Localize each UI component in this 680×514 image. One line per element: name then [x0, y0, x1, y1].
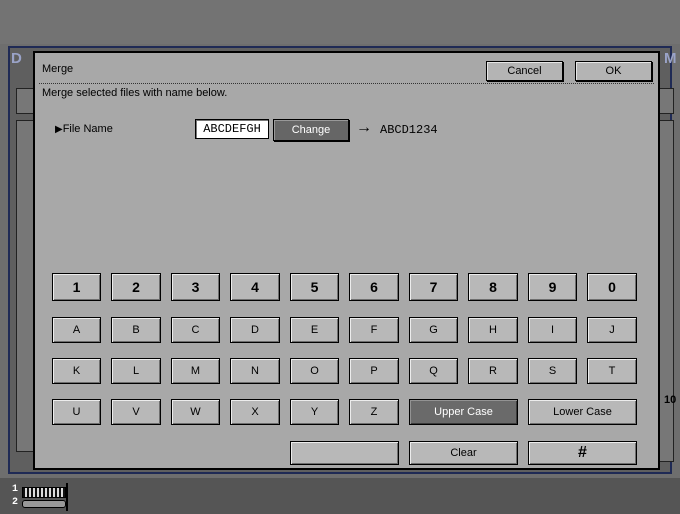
- key-k[interactable]: K: [52, 358, 101, 384]
- key-c[interactable]: C: [171, 317, 220, 343]
- status-line-1-number: 1: [12, 484, 19, 495]
- file-name-label: File Name: [62, 123, 113, 135]
- background-left-letter: D: [11, 50, 22, 67]
- key-b[interactable]: B: [111, 317, 161, 343]
- lower-case-button[interactable]: Lower Case: [528, 399, 637, 425]
- key-x[interactable]: X: [230, 399, 280, 425]
- pointer-triangle-icon: ▶: [55, 124, 63, 135]
- paper-tray-icon: [22, 487, 66, 498]
- merge-dialog: Merge Cancel OK Merge selected files wit…: [33, 51, 660, 470]
- key-h[interactable]: H: [468, 317, 518, 343]
- key-q[interactable]: Q: [409, 358, 458, 384]
- right-arrow-icon: →: [356, 119, 372, 136]
- key-0[interactable]: 0: [587, 273, 637, 301]
- key-3[interactable]: 3: [171, 273, 220, 301]
- key-1[interactable]: 1: [52, 273, 101, 301]
- dialog-title: Merge: [42, 63, 74, 75]
- key-e[interactable]: E: [290, 317, 339, 343]
- key-5[interactable]: 5: [290, 273, 339, 301]
- key-7[interactable]: 7: [409, 273, 458, 301]
- top-strip: [0, 0, 680, 44]
- clear-button[interactable]: Clear: [409, 441, 518, 465]
- new-file-name: ABCD1234: [380, 123, 438, 137]
- key-n[interactable]: N: [230, 358, 280, 384]
- status-bar: [0, 478, 680, 514]
- key-g[interactable]: G: [409, 317, 458, 343]
- key-a[interactable]: A: [52, 317, 101, 343]
- key-v[interactable]: V: [111, 399, 161, 425]
- cancel-button[interactable]: Cancel: [486, 61, 563, 81]
- key-t[interactable]: T: [587, 358, 637, 384]
- space-key[interactable]: [290, 441, 399, 465]
- key-4[interactable]: 4: [230, 273, 280, 301]
- key-y[interactable]: Y: [290, 399, 339, 425]
- key-l[interactable]: L: [111, 358, 161, 384]
- key-i[interactable]: I: [528, 317, 577, 343]
- status-line-2-number: 2: [12, 497, 19, 508]
- file-name-label-group: ▶File Name: [55, 123, 113, 135]
- file-name-field[interactable]: ABCDEFGH: [195, 119, 269, 139]
- hash-key[interactable]: #: [528, 441, 637, 465]
- key-s[interactable]: S: [528, 358, 577, 384]
- key-r[interactable]: R: [468, 358, 518, 384]
- key-w[interactable]: W: [171, 399, 220, 425]
- key-j[interactable]: J: [587, 317, 637, 343]
- paper-tray-2-icon: [22, 500, 66, 508]
- key-m[interactable]: M: [171, 358, 220, 384]
- change-button[interactable]: Change: [273, 119, 349, 141]
- key-z[interactable]: Z: [349, 399, 399, 425]
- title-separator: [39, 83, 654, 84]
- upper-case-button[interactable]: Upper Case: [409, 399, 518, 425]
- ok-button[interactable]: OK: [575, 61, 652, 81]
- background-right-letter: M: [664, 50, 677, 67]
- key-f[interactable]: F: [349, 317, 399, 343]
- key-9[interactable]: 9: [528, 273, 577, 301]
- key-8[interactable]: 8: [468, 273, 518, 301]
- key-2[interactable]: 2: [111, 273, 161, 301]
- key-o[interactable]: O: [290, 358, 339, 384]
- status-divider: [66, 483, 71, 511]
- key-6[interactable]: 6: [349, 273, 399, 301]
- key-p[interactable]: P: [349, 358, 399, 384]
- background-side-number: 10: [664, 394, 677, 406]
- instruction-text: Merge selected files with name below.: [42, 87, 228, 99]
- key-d[interactable]: D: [230, 317, 280, 343]
- key-u[interactable]: U: [52, 399, 101, 425]
